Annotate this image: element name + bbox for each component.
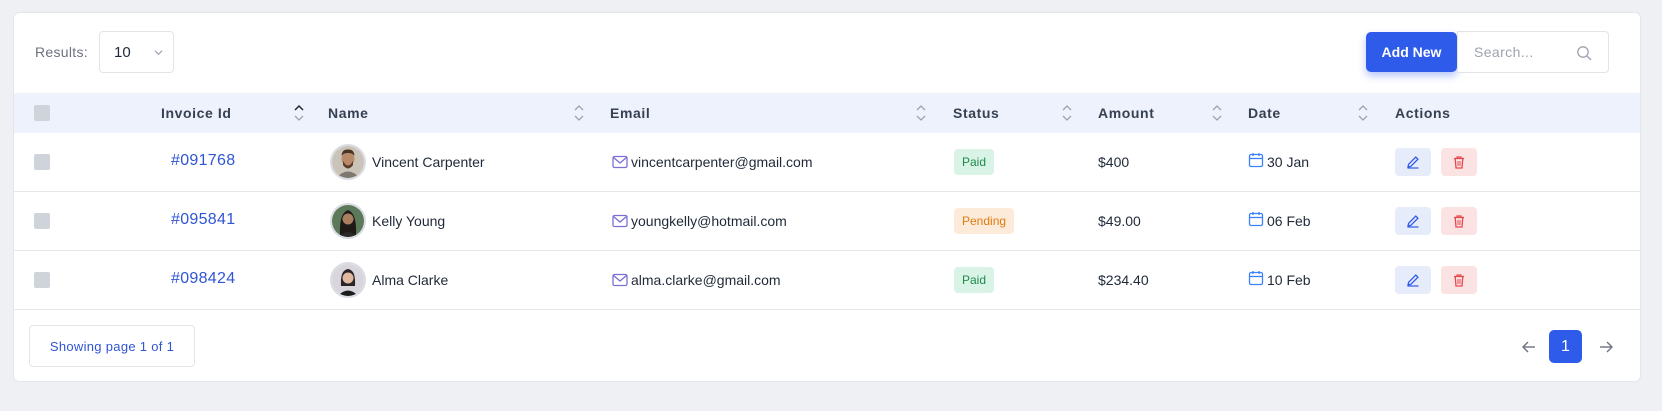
page-size-select[interactable]: 10 [99,31,174,73]
delete-button[interactable] [1441,266,1477,294]
search-input[interactable]: Search... [1474,44,1534,60]
table-header: Invoice Id Name Email Status Amount Date [14,93,1640,133]
customer-email: alma.clarke@gmail.com [631,272,781,288]
delete-button[interactable] [1441,148,1477,176]
customer-email: youngkelly@hotmail.com [631,213,787,229]
sort-icon[interactable] [1358,103,1368,123]
edit-button[interactable] [1395,148,1431,176]
column-header-invoice-id[interactable]: Invoice Id [161,105,232,121]
sort-icon[interactable] [1212,103,1222,123]
status-badge: Paid [954,267,995,293]
customer-name: Alma Clarke [372,272,449,288]
pencil-icon [1407,274,1419,287]
row-checkbox[interactable] [34,154,50,170]
pagination-status: Showing page 1 of 1 [29,325,195,367]
column-header-email[interactable]: Email [610,105,650,121]
trash-icon [1454,215,1464,228]
invoice-id-link[interactable]: #091768 [171,152,235,170]
calendar-icon [1248,153,1264,168]
sort-icon[interactable] [574,103,584,123]
table-row: #091768 Vincent Carpenter vincentcarpent… [14,133,1640,192]
invoice-table-card: Results: 10 Add New Search... Invoice Id… [13,12,1641,382]
column-header-actions: Actions [1395,105,1451,121]
arrow-left-icon[interactable] [1521,339,1537,355]
customer-name: Kelly Young [372,213,446,229]
delete-button[interactable] [1441,207,1477,235]
mail-icon [612,273,628,287]
avatar [330,203,366,239]
page-size-value: 10 [114,44,131,61]
amount-value: $400 [1098,154,1130,170]
table-row: #095841 Kelly Young youngkelly@hotmail.c… [14,192,1640,251]
amount-value: $49.00 [1098,213,1141,229]
pencil-icon [1407,156,1419,169]
date-value: 06 Feb [1267,213,1311,229]
invoice-id-link[interactable]: #098424 [171,270,235,288]
pencil-icon [1407,215,1419,228]
table-row: #098424 Alma Clarke alma.clarke@gmail.co… [14,251,1640,310]
column-header-amount[interactable]: Amount [1098,105,1154,121]
amount-value: $234.40 [1098,272,1149,288]
results-label: Results: [35,44,88,60]
calendar-icon [1248,271,1264,286]
avatar [330,262,366,298]
search-icon[interactable] [1576,45,1592,61]
customer-name: Vincent Carpenter [372,154,485,170]
date-value: 30 Jan [1267,154,1310,170]
sort-icon[interactable] [1062,103,1072,123]
column-header-date[interactable]: Date [1248,105,1281,121]
invoice-id-link[interactable]: #095841 [171,211,235,229]
row-checkbox[interactable] [34,272,50,288]
calendar-icon [1248,212,1264,227]
select-all-checkbox[interactable] [34,105,50,121]
row-checkbox[interactable] [34,213,50,229]
mail-icon [612,214,628,228]
chevron-down-icon [154,50,163,56]
sort-icon[interactable] [916,103,926,123]
search-field[interactable]: Search... [1457,31,1609,73]
column-header-name[interactable]: Name [328,105,369,121]
arrow-right-icon[interactable] [1598,339,1614,355]
date-value: 10 Feb [1267,272,1311,288]
add-new-button[interactable]: Add New [1366,32,1457,72]
edit-button[interactable] [1395,207,1431,235]
mail-icon [612,155,628,169]
trash-icon [1454,274,1464,287]
page-number-button[interactable]: 1 [1549,330,1582,363]
trash-icon [1454,156,1464,169]
status-badge: Paid [954,149,995,175]
customer-email: vincentcarpenter@gmail.com [631,154,813,170]
avatar [330,144,366,180]
column-header-status[interactable]: Status [953,105,999,121]
status-badge: Pending [954,208,1015,234]
sort-asc-icon[interactable] [294,103,304,123]
edit-button[interactable] [1395,266,1431,294]
